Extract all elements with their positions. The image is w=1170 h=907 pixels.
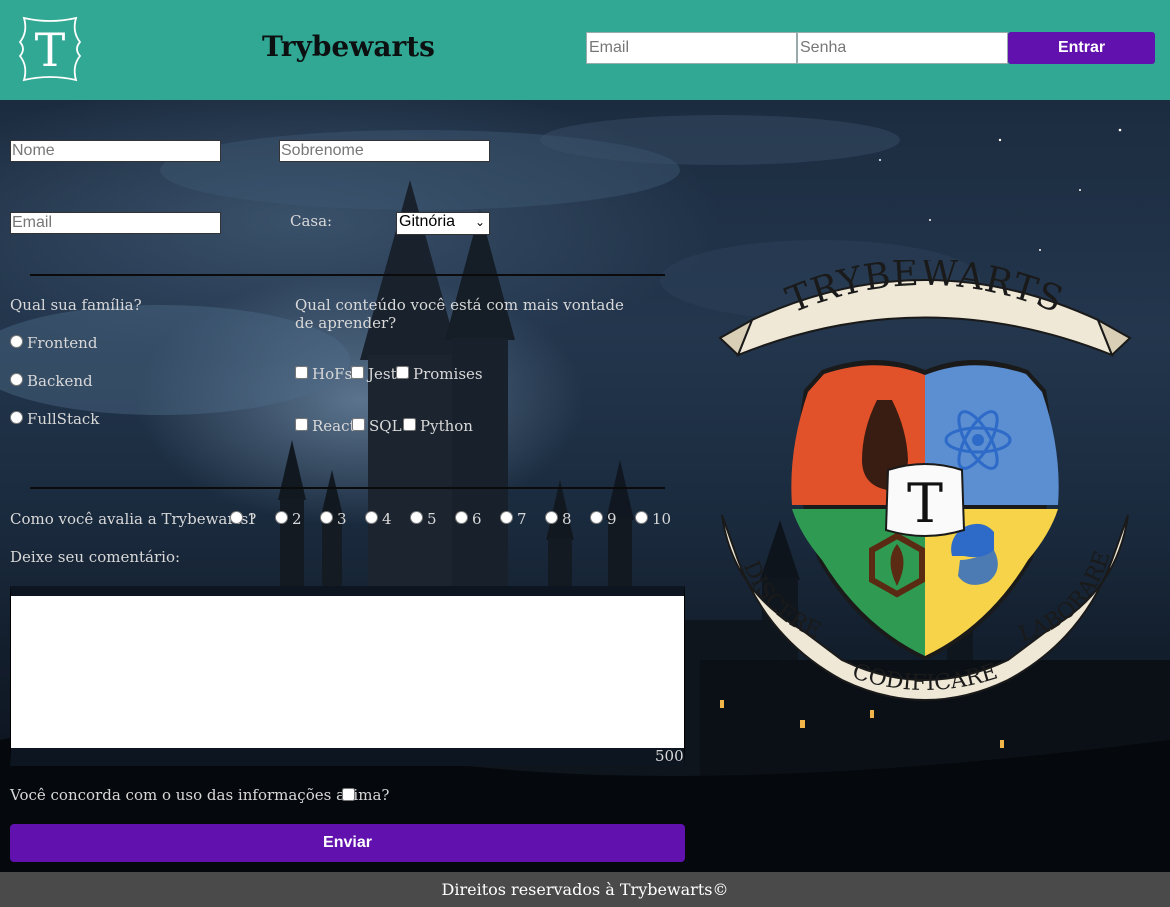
content-option-label: HoFs (312, 365, 353, 383)
rating-radio-10[interactable] (635, 511, 648, 524)
family-option-label: FullStack (27, 410, 100, 428)
content-checkbox-promises[interactable] (396, 366, 409, 379)
main-content: Casa: Gitnória ⌄ Qual sua família? Front… (0, 100, 1170, 872)
rating-radio-9[interactable] (590, 511, 603, 524)
rating-radio-5[interactable] (410, 511, 423, 524)
rating-radio-7[interactable] (500, 511, 513, 524)
rating-radio-2[interactable] (275, 511, 288, 524)
rating-radio-6[interactable] (455, 511, 468, 524)
login-email-input[interactable] (586, 32, 797, 64)
content-option-label: Jest (368, 365, 397, 383)
family-radio-fullstack[interactable] (10, 411, 23, 424)
content-checkbox-sql[interactable] (352, 418, 365, 431)
agreement-checkbox[interactable] (342, 788, 355, 801)
content-option-label: Promises (413, 365, 483, 383)
login-password-input[interactable] (797, 32, 1008, 64)
footer-text: Direitos reservados à Trybewarts© (441, 880, 729, 899)
trybewarts-crest-image: TRYBEWARTS T DISCERE CODIFICARE LABORARE (718, 260, 1132, 701)
rating-option-label: 10 (652, 510, 672, 528)
chevron-down-icon: ⌄ (474, 215, 485, 229)
family-option-label: Frontend (27, 334, 98, 352)
rating-option-label: 3 (337, 510, 347, 528)
house-label: Casa: (290, 212, 333, 230)
comment-textarea[interactable] (10, 586, 685, 766)
rating-radio-4[interactable] (365, 511, 378, 524)
login-button[interactable]: Entrar (1008, 32, 1155, 64)
header: T Trybewarts Entrar (0, 0, 1170, 100)
email-input[interactable] (10, 212, 221, 234)
house-select-value: Gitnória (399, 213, 456, 230)
content-question-line1: Qual conteúdo você está com mais vontade (295, 296, 624, 314)
content-option-label: SQL (369, 417, 402, 435)
content-question-line2: de aprender? (295, 314, 397, 332)
rating-option-label: 7 (517, 510, 527, 528)
family-question: Qual sua família? (10, 296, 142, 314)
family-radio-frontend[interactable] (10, 335, 23, 348)
svg-text:T: T (35, 23, 66, 77)
content-checkbox-react[interactable] (295, 418, 308, 431)
rating-option-label: 2 (292, 510, 302, 528)
content-checkbox-hofs[interactable] (295, 366, 308, 379)
first-name-input[interactable] (10, 140, 221, 162)
svg-text:T: T (907, 472, 943, 535)
agreement-label: Você concorda com o uso das informações … (10, 786, 390, 804)
rating-option-label: 6 (472, 510, 482, 528)
content-checkbox-python[interactable] (403, 418, 416, 431)
content-option-label: Python (420, 417, 473, 435)
rating-radio-3[interactable] (320, 511, 333, 524)
rating-option-label: 8 (562, 510, 572, 528)
divider (30, 274, 665, 276)
page-title: Trybewarts (262, 30, 435, 63)
rating-option-label: 1 (247, 510, 257, 528)
last-name-input[interactable] (279, 140, 490, 162)
rating-option-label: 5 (427, 510, 437, 528)
family-radio-backend[interactable] (10, 373, 23, 386)
house-select[interactable]: Gitnória ⌄ (396, 212, 490, 235)
content-checkbox-jest[interactable] (351, 366, 364, 379)
family-option-label: Backend (27, 372, 93, 390)
rating-radio-1[interactable] (230, 511, 243, 524)
char-counter: 500 (655, 747, 684, 765)
rating-radio-8[interactable] (545, 511, 558, 524)
rating-option-label: 9 (607, 510, 617, 528)
rating-question: Como você avalia a Trybewarts? (10, 510, 257, 528)
content-option-label: React (312, 417, 356, 435)
divider (30, 487, 665, 489)
comment-label: Deixe seu comentário: (10, 548, 181, 566)
footer: Direitos reservados à Trybewarts© (0, 872, 1170, 907)
rating-option-label: 4 (382, 510, 392, 528)
trybewarts-logo: T (16, 14, 84, 84)
submit-button[interactable]: Enviar (10, 824, 685, 862)
